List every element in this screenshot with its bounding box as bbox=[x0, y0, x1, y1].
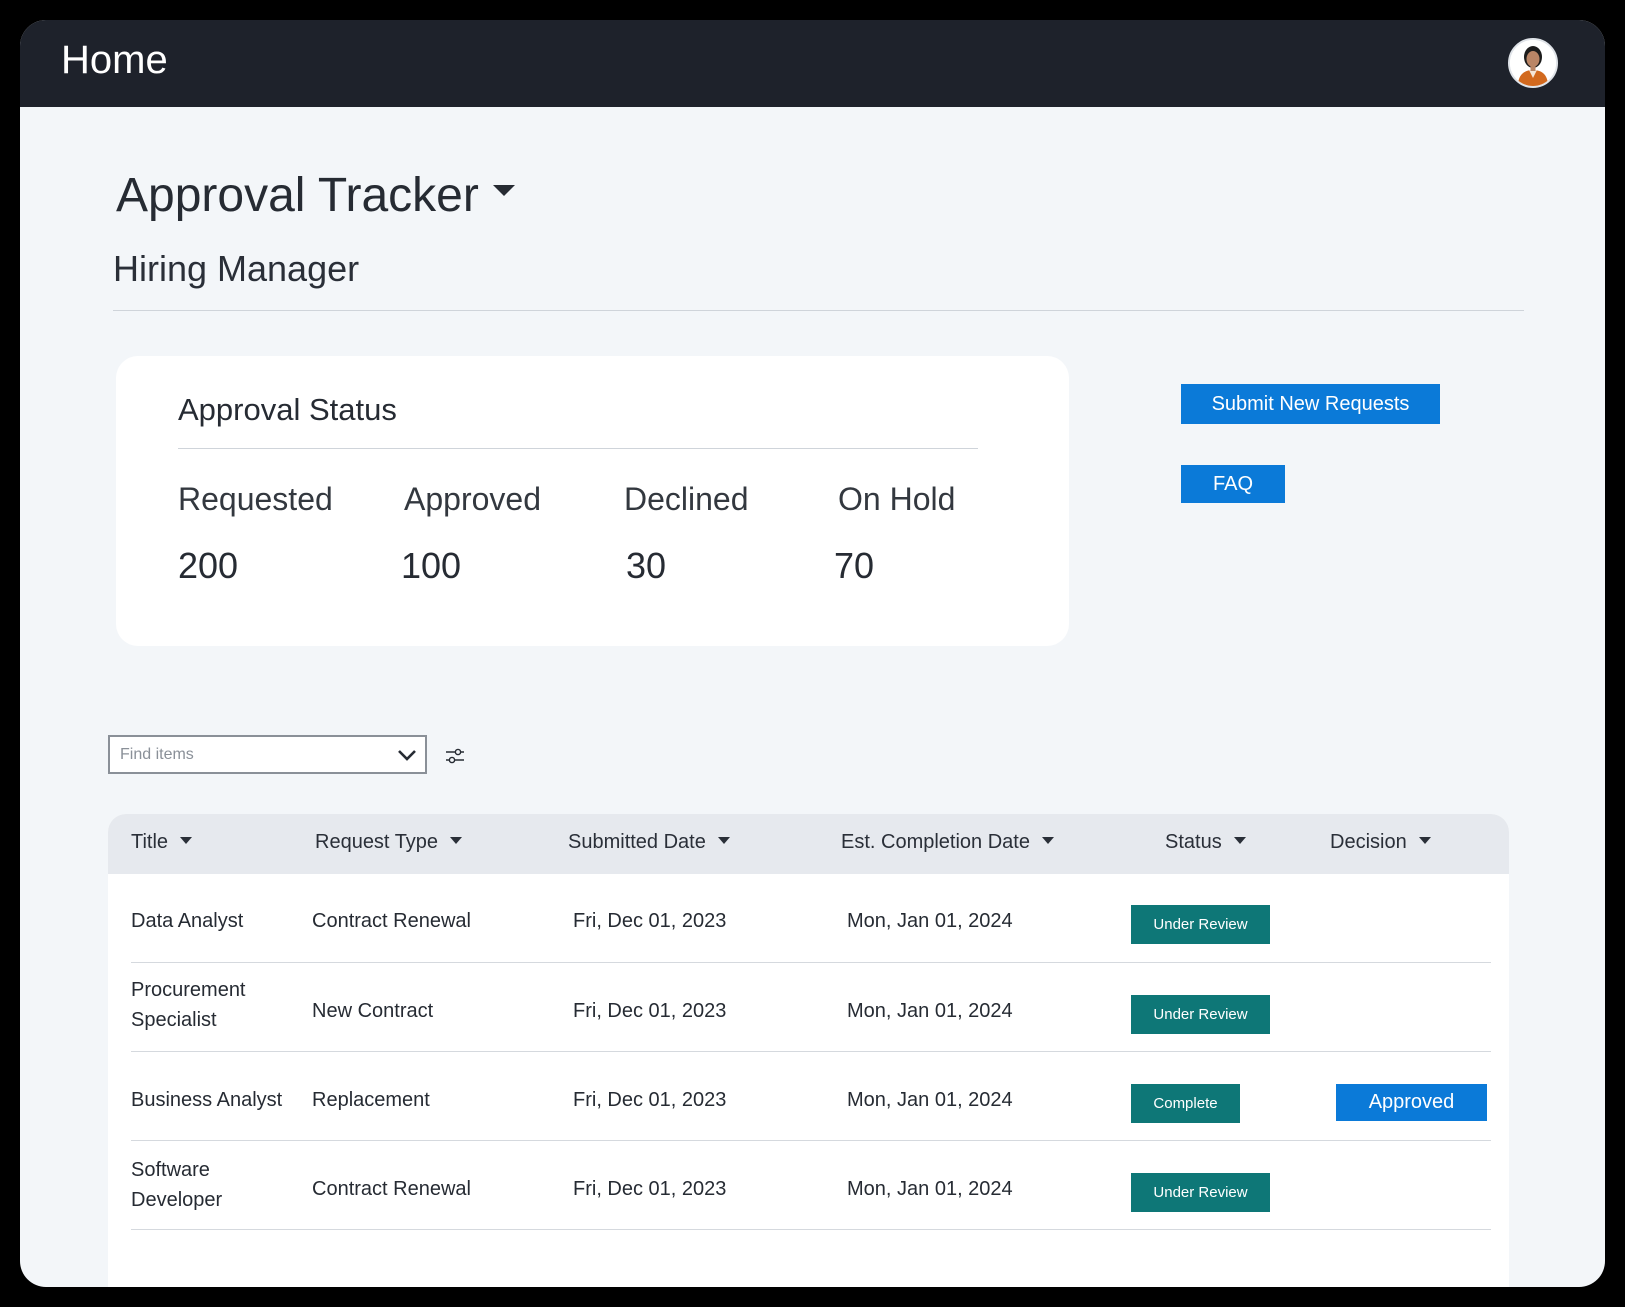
user-avatar-icon[interactable] bbox=[1508, 38, 1558, 88]
column-header-label: Status bbox=[1165, 831, 1222, 853]
column-header-submitted-date[interactable]: Submitted Date bbox=[568, 831, 730, 854]
submit-new-requests-button[interactable]: Submit New Requests bbox=[1181, 384, 1440, 424]
page-subtitle: Hiring Manager bbox=[113, 248, 360, 289]
search-input[interactable] bbox=[120, 743, 380, 767]
cell-submitted-date: Fri, Dec 01, 2023 bbox=[573, 1178, 727, 1200]
cell-submitted-date: Fri, Dec 01, 2023 bbox=[573, 910, 727, 932]
stat-requested: Requested 200 bbox=[178, 481, 333, 586]
stat-approved: Approved 100 bbox=[401, 481, 541, 586]
cell-completion-date: Mon, Jan 01, 2024 bbox=[847, 910, 1013, 932]
filter-sliders-icon[interactable] bbox=[444, 746, 466, 766]
cell-request-type: Contract Renewal bbox=[312, 1178, 471, 1200]
column-header-label: Submitted Date bbox=[568, 831, 706, 853]
column-header-status[interactable]: Status bbox=[1165, 831, 1246, 854]
find-items-search[interactable] bbox=[108, 735, 427, 774]
status-badge[interactable]: Under Review bbox=[1131, 995, 1270, 1034]
cell-request-type: Replacement bbox=[312, 1089, 430, 1111]
column-header-request-type[interactable]: Request Type bbox=[315, 831, 463, 854]
cell-title: Business Analyst bbox=[131, 1089, 283, 1111]
column-header-completion-date[interactable]: Est. Completion Date bbox=[841, 831, 1054, 854]
stat-label: On Hold bbox=[838, 481, 956, 517]
stat-declined: Declined 30 bbox=[624, 481, 749, 586]
status-badge[interactable]: Under Review bbox=[1131, 1173, 1270, 1212]
sort-caret-icon bbox=[1418, 837, 1431, 845]
cell-completion-date: Mon, Jan 01, 2024 bbox=[847, 1178, 1013, 1200]
column-header-label: Title bbox=[131, 831, 169, 853]
table-header: Title Request Type Submitted Date Est. C… bbox=[108, 814, 1509, 874]
cell-submitted-date: Fri, Dec 01, 2023 bbox=[573, 1000, 727, 1022]
table-row[interactable]: Business Analyst Replacement Fri, Dec 01… bbox=[131, 1052, 1491, 1141]
requests-table: Title Request Type Submitted Date Est. C… bbox=[108, 814, 1509, 1287]
stat-value: 70 bbox=[834, 545, 875, 586]
table-row[interactable]: Data Analyst Contract Renewal Fri, Dec 0… bbox=[131, 874, 1491, 963]
sort-caret-icon bbox=[450, 837, 463, 845]
sort-caret-icon bbox=[717, 837, 730, 845]
column-header-label: Est. Completion Date bbox=[841, 831, 1030, 853]
cell-submitted-date: Fri, Dec 01, 2023 bbox=[573, 1089, 727, 1111]
page-title: Approval Tracker bbox=[116, 169, 479, 222]
cell-request-type: New Contract bbox=[312, 1000, 434, 1022]
status-badge[interactable]: Under Review bbox=[1131, 905, 1270, 944]
stat-on-hold: On Hold 70 bbox=[834, 481, 956, 586]
stat-value: 30 bbox=[626, 545, 667, 586]
status-badge[interactable]: Complete bbox=[1131, 1084, 1240, 1123]
chevron-down-icon[interactable] bbox=[397, 745, 417, 765]
decision-approved-button[interactable]: Approved bbox=[1336, 1084, 1487, 1121]
approval-status-card: Approval Status Requested 200 Approved 1… bbox=[116, 356, 1069, 646]
card-divider bbox=[178, 448, 978, 449]
stat-value: 200 bbox=[178, 545, 239, 586]
cell-title: Software Developer bbox=[131, 1159, 223, 1211]
cell-completion-date: Mon, Jan 01, 2024 bbox=[847, 1089, 1013, 1111]
sort-caret-icon bbox=[1041, 837, 1054, 845]
cell-title: Data Analyst bbox=[131, 910, 244, 932]
column-header-label: Decision bbox=[1330, 831, 1407, 853]
faq-button[interactable]: FAQ bbox=[1181, 465, 1285, 503]
app-screen: Home Approval Tracker Hiring Manager App… bbox=[20, 20, 1605, 1287]
header-divider bbox=[113, 310, 1524, 311]
column-header-decision[interactable]: Decision bbox=[1330, 831, 1431, 854]
column-header-label: Request Type bbox=[315, 831, 439, 853]
stat-value: 100 bbox=[401, 545, 462, 586]
cell-completion-date: Mon, Jan 01, 2024 bbox=[847, 1000, 1013, 1022]
title-dropdown-caret-icon[interactable] bbox=[493, 185, 515, 196]
cell-title: Procurement Specialist bbox=[131, 979, 246, 1031]
column-header-title[interactable]: Title bbox=[131, 831, 193, 854]
table-row[interactable]: Procurement Specialist New Contract Fri,… bbox=[131, 963, 1491, 1052]
approval-status-title: Approval Status bbox=[178, 392, 397, 427]
table-row[interactable]: Software Developer Contract Renewal Fri,… bbox=[131, 1141, 1491, 1230]
top-bar: Home bbox=[20, 20, 1605, 107]
stat-label: Declined bbox=[624, 481, 749, 517]
cell-request-type: Contract Renewal bbox=[312, 910, 471, 932]
sort-caret-icon bbox=[1233, 837, 1246, 845]
device-frame: Home Approval Tracker Hiring Manager App… bbox=[0, 0, 1625, 1307]
stat-label: Requested bbox=[178, 481, 333, 517]
home-title[interactable]: Home bbox=[61, 38, 168, 83]
sort-caret-icon bbox=[180, 837, 193, 845]
stat-label: Approved bbox=[404, 481, 541, 517]
